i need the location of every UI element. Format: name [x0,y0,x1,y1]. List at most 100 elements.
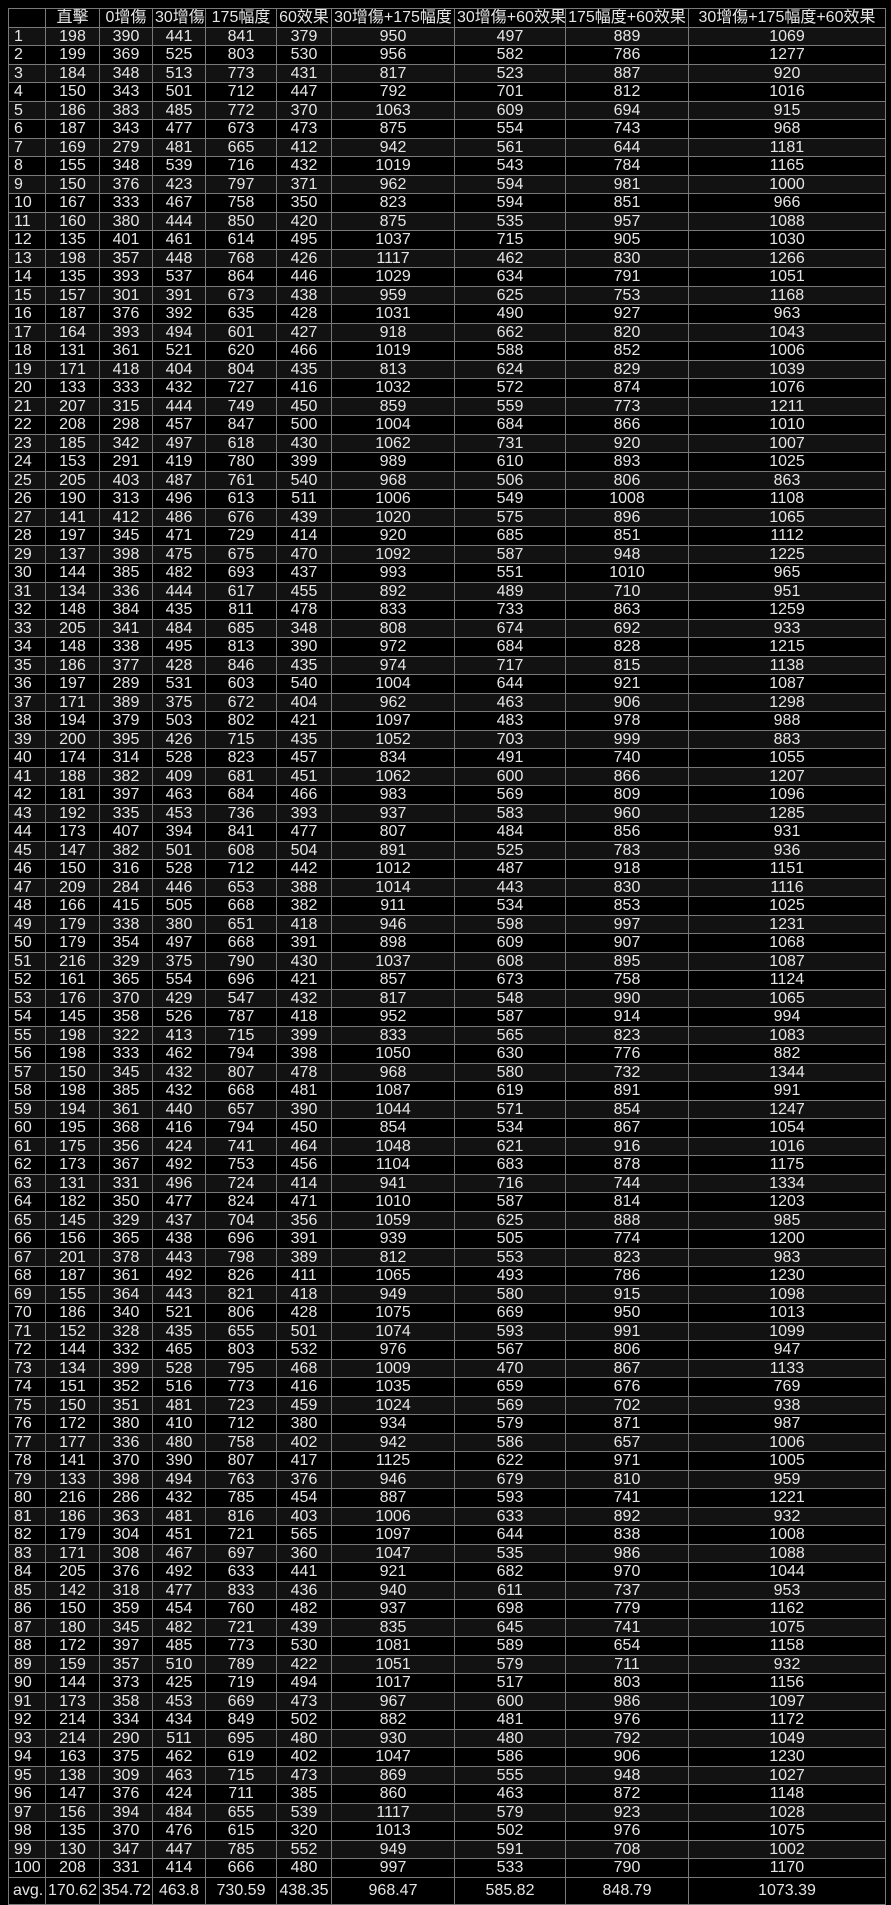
table-cell: 320 [276,1821,332,1841]
row-index-cell: 30 [8,563,46,583]
table-cell: 376 [99,1784,153,1804]
table-cell: 572 [454,378,566,398]
table-cell: 393 [99,267,153,287]
table-row: 47 209 284 446 653 388 1014 443 830 1116 [8,877,886,897]
table-cell: 341 [99,618,153,638]
table-cell: 190 [45,489,100,509]
table-cell: 860 [331,1784,455,1804]
table-cell: 1065 [688,988,886,1008]
table-cell: 334 [99,1710,153,1730]
table-cell: 857 [331,970,455,990]
table-cell: 343 [99,82,153,102]
table-cell: 921 [331,1562,455,1582]
table-cell: 422 [276,1654,332,1674]
row-index-cell: 71 [8,1321,46,1341]
table-row: 94 163 375 462 619 402 1047 586 906 1230 [8,1747,886,1767]
table-cell: 976 [565,1710,689,1730]
table-cell: 152 [45,1321,100,1341]
table-cell: 672 [205,692,277,712]
table-cell: 1010 [331,1192,455,1212]
table-cell: 322 [99,1025,153,1045]
table-row: 25 205 403 487 761 540 968 506 806 863 [8,470,886,490]
table-cell: 717 [454,655,566,675]
table-cell: 328 [99,1321,153,1341]
table-cell: 459 [276,1395,332,1415]
table-cell: 360 [276,1543,332,1563]
table-cell: 463 [152,1765,206,1785]
table-cell: 715 [205,1025,277,1045]
table-cell: 1200 [688,1229,886,1249]
table-cell: 318 [99,1580,153,1600]
table-cell: 829 [565,359,689,379]
table-row: 18 131 361 521 620 466 1019 588 852 1006 [8,341,886,361]
row-index-cell: 2 [8,45,46,65]
table-cell: 535 [454,1543,566,1563]
table-cell: 418 [276,1007,332,1027]
table-cell: 441 [152,26,206,46]
table-cell: 490 [454,304,566,324]
damage-table-container: 直擊 0增傷 30增傷 175幅度 60效果 30增傷+175幅度 30增傷+6… [8,8,886,1905]
row-index-cell: 44 [8,822,46,842]
table-cell: 184 [45,63,100,83]
row-index-cell: 47 [8,877,46,897]
table-cell: 1044 [688,1562,886,1582]
table-cell: 1052 [331,729,455,749]
row-index-cell: 64 [8,1192,46,1212]
table-cell: 181 [45,785,100,805]
table-cell: 150 [45,1062,100,1082]
table-row: 64 182 350 477 824 471 1010 587 814 1203 [8,1192,886,1212]
table-cell: 473 [276,119,332,139]
table-cell: 794 [205,1044,277,1064]
table-cell: 946 [331,1469,455,1489]
table-cell: 484 [454,822,566,842]
table-cell: 370 [99,1821,153,1841]
table-cell: 551 [454,563,566,583]
table-cell: 1051 [331,1654,455,1674]
table-cell: 497 [454,26,566,46]
table-cell: 918 [331,322,455,342]
table-cell: 587 [454,1007,566,1027]
table-cell: 530 [276,1636,332,1656]
table-cell: 155 [45,1284,100,1304]
table-cell: 792 [565,1728,689,1748]
table-cell: 348 [276,618,332,638]
table-cell: 727 [205,378,277,398]
table-cell: 651 [205,914,277,934]
table-cell: 786 [565,1266,689,1286]
table-row: 68 187 361 492 826 411 1065 493 786 1230 [8,1266,886,1286]
table-cell: 501 [276,1321,332,1341]
table-cell: 891 [565,1081,689,1101]
table-cell: 1112 [688,526,886,546]
table-cell: 454 [276,1488,332,1508]
table-cell: 774 [565,1229,689,1249]
table-cell: 336 [99,581,153,601]
table-cell: 947 [688,1340,886,1360]
table-cell: 888 [565,1210,689,1230]
table-cell: 376 [99,174,153,194]
table-cell: 194 [45,711,100,731]
table-cell: 1097 [331,711,455,731]
table-cell: 135 [45,1821,100,1841]
table-cell: 186 [45,1303,100,1323]
table-cell: 462 [454,248,566,268]
table-cell: 205 [45,1562,100,1582]
table-cell: 131 [45,1173,100,1193]
table-row: 33 205 341 484 685 348 808 674 692 933 [8,618,886,638]
table-cell: 155 [45,156,100,176]
row-index-cell: 96 [8,1784,46,1804]
table-cell: 993 [331,563,455,583]
table-cell: 988 [688,711,886,731]
table-row: 43 192 335 453 736 393 937 583 960 1285 [8,803,886,823]
table-cell: 693 [205,563,277,583]
table-cell: 335 [99,803,153,823]
row-index-cell: 12 [8,230,46,250]
average-cell: 438.35 [276,1876,332,1905]
table-cell: 172 [45,1414,100,1434]
table-cell: 418 [99,359,153,379]
table-cell: 145 [45,1007,100,1027]
table-cell: 135 [45,230,100,250]
table-cell: 594 [454,174,566,194]
table-cell: 144 [45,1673,100,1693]
table-cell: 356 [99,1136,153,1156]
table-cell: 432 [276,156,332,176]
